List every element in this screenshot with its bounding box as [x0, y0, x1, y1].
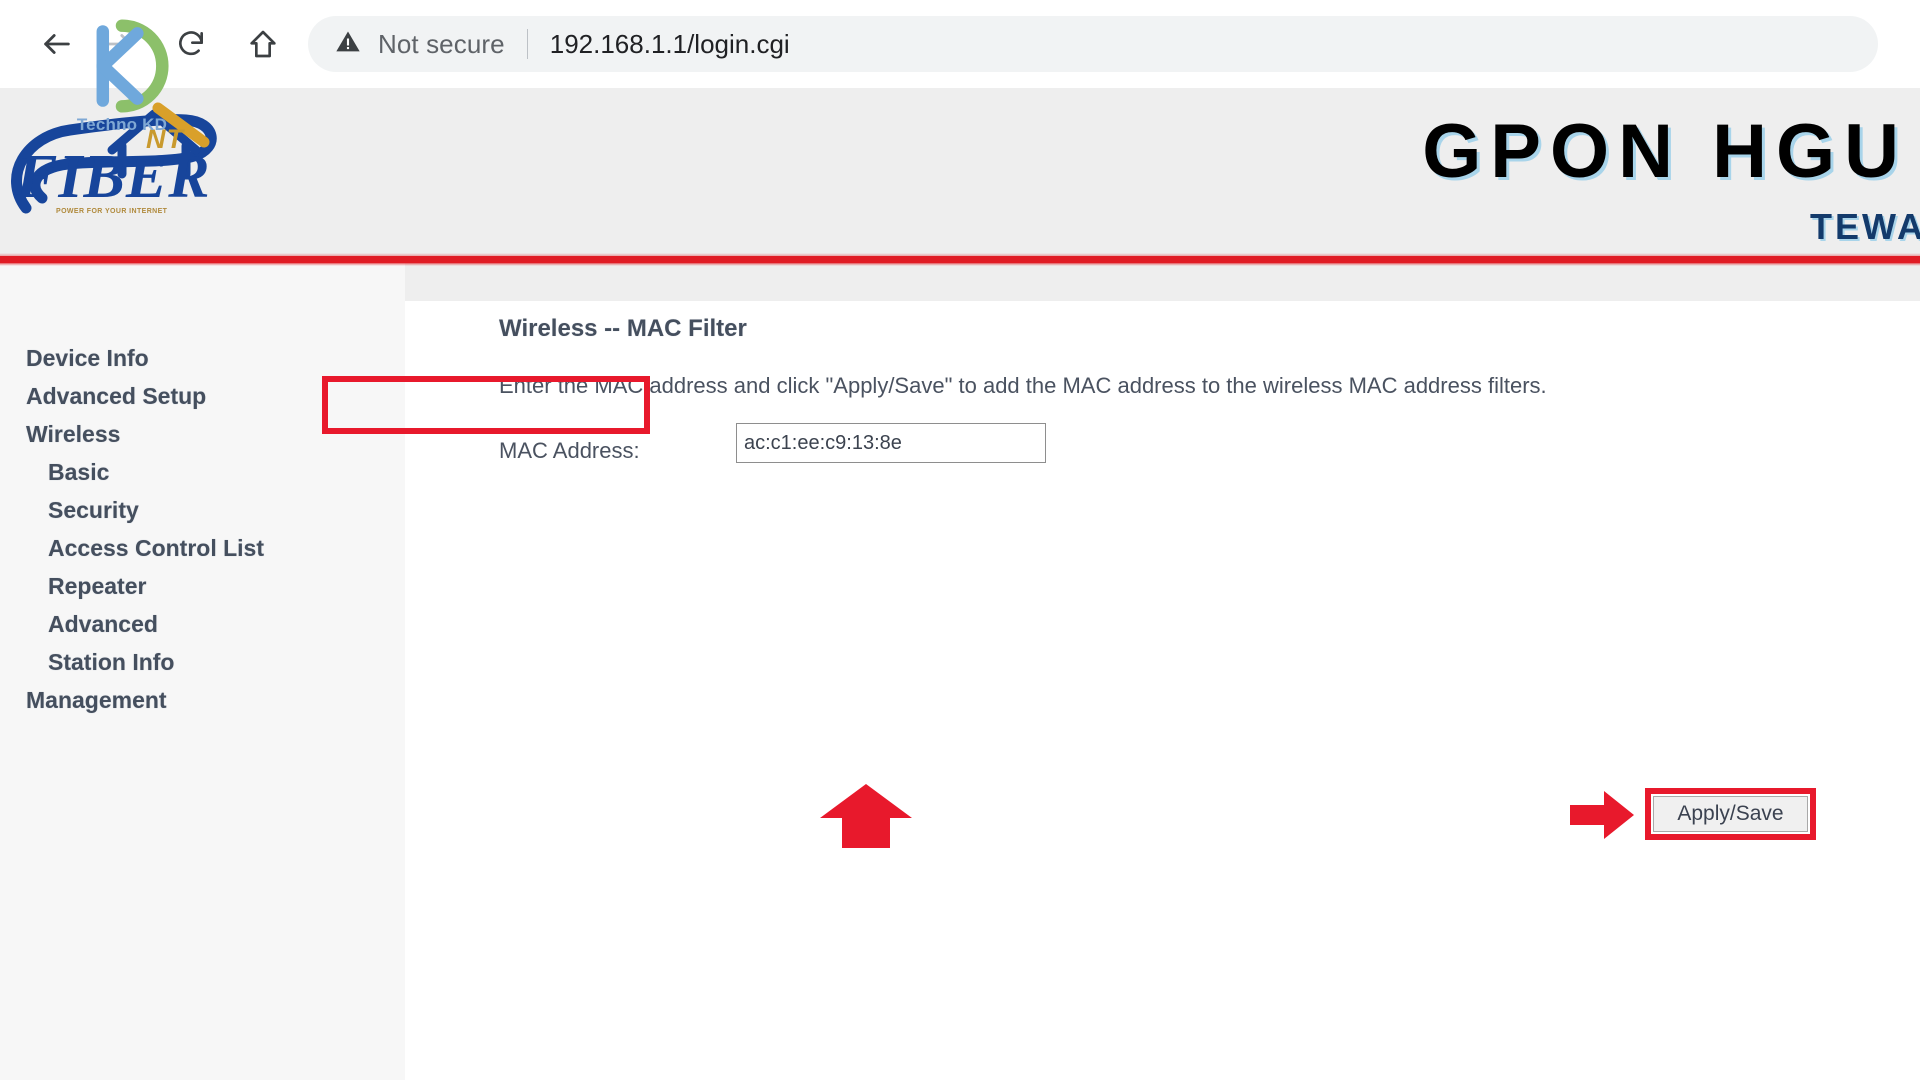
page-title: Wireless -- MAC Filter: [499, 315, 747, 342]
main-content: Wireless -- MAC Filter Enter the MAC add…: [405, 301, 1920, 1080]
not-secure-warning-icon[interactable]: [334, 28, 362, 61]
mac-address-input[interactable]: [736, 423, 1046, 463]
header-divider: [0, 256, 1920, 263]
omnibox-divider: [526, 29, 528, 59]
page-body: Device Info Advanced Setup Wireless Basic Se…: [0, 263, 1920, 1080]
nt-fiber-logo: NT FIBER POWER FOR YOUR INTERNET: [8, 90, 248, 230]
sidebar-item-management[interactable]: Management: [0, 681, 405, 719]
sidebar-item-repeater[interactable]: Repeater: [0, 567, 405, 605]
mac-address-label: MAC Address:: [499, 438, 640, 463]
url-text[interactable]: 192.168.1.1/login.cgi: [550, 29, 790, 60]
arrow-pointing-to-apply-button: [1570, 791, 1634, 839]
address-bar[interactable]: Not secure 192.168.1.1/login.cgi: [308, 16, 1878, 72]
sidebar-item-advanced[interactable]: Advanced: [0, 605, 405, 643]
back-arrow-icon[interactable]: [26, 13, 88, 75]
forward-arrow-icon[interactable]: [88, 13, 150, 75]
sidebar-item-basic[interactable]: Basic: [0, 453, 405, 491]
mac-address-input-wrapper: [736, 423, 1046, 463]
apply-save-button[interactable]: Apply/Save: [1653, 796, 1808, 832]
browser-toolbar: Not secure 192.168.1.1/login.cgi: [0, 0, 1920, 88]
vendor-title: TEWA: [1810, 206, 1920, 247]
router-header-banner: NT FIBER POWER FOR YOUR INTERNET GPON HG…: [0, 88, 1920, 263]
sidebar-item-access-control-list[interactable]: Access Control List: [0, 529, 405, 567]
fiber-brand-label: FIBER: [16, 143, 211, 211]
page-description: Enter the MAC address and click "Apply/S…: [499, 373, 1547, 398]
home-icon[interactable]: [232, 13, 294, 75]
sidebar-item-device-info[interactable]: Device Info: [0, 339, 405, 377]
security-status-label: Not secure: [378, 28, 505, 59]
sidebar-item-security[interactable]: Security: [0, 491, 405, 529]
sidebar-nav: Device Info Advanced Setup Wireless Basic Se…: [0, 263, 405, 1080]
reload-icon[interactable]: [160, 13, 222, 75]
fiber-brand-tagline: POWER FOR YOUR INTERNET: [56, 208, 168, 215]
sidebar-item-advanced-setup[interactable]: Advanced Setup: [0, 377, 405, 415]
page-brand-title: GPON HGU: [1422, 109, 1908, 194]
sidebar-item-station-info[interactable]: Station Info: [0, 643, 405, 681]
sidebar-item-wireless[interactable]: Wireless: [0, 415, 405, 453]
